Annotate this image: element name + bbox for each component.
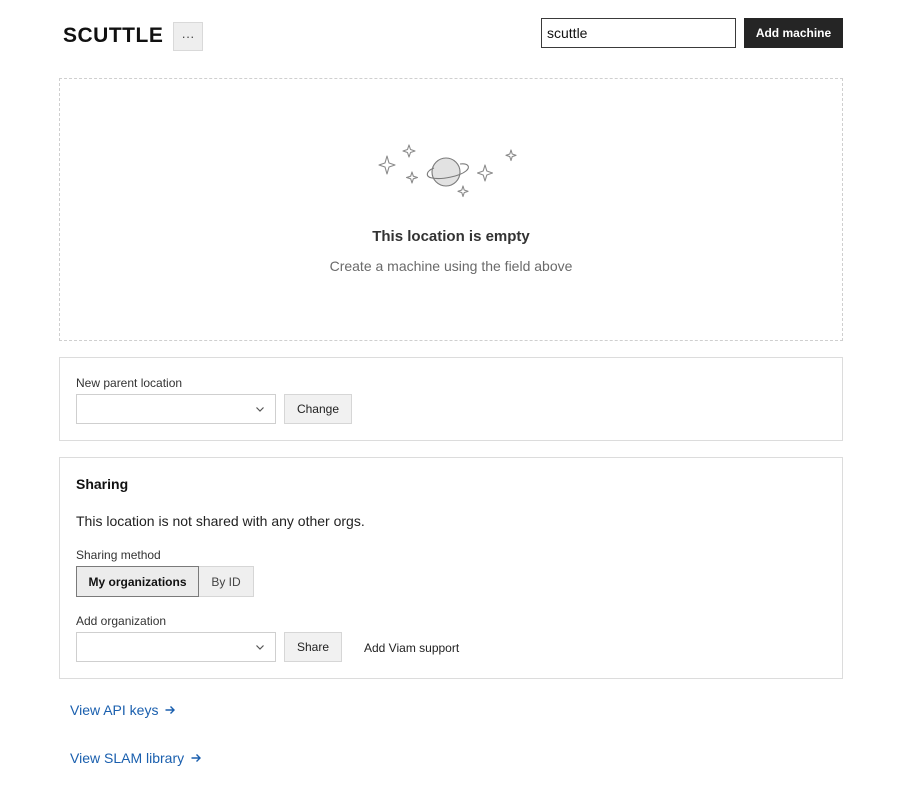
sharing-card: Sharing This location is not shared with… — [59, 457, 843, 679]
arrow-right-icon — [165, 706, 176, 714]
share-button[interactable]: Share — [284, 632, 342, 662]
more-options-button[interactable]: ··· — [173, 22, 203, 51]
add-machine-button[interactable]: Add machine — [744, 18, 843, 48]
change-parent-button[interactable]: Change — [284, 394, 352, 424]
view-api-keys-label: View API keys — [70, 702, 159, 718]
parent-location-label: New parent location — [76, 376, 183, 390]
add-viam-support-button[interactable]: Add Viam support — [364, 641, 459, 655]
sharing-method-by-id[interactable]: By ID — [199, 566, 254, 597]
view-api-keys-link[interactable]: View API keys — [70, 702, 176, 718]
machine-name-input[interactable] — [541, 18, 736, 48]
sharing-method-my-organizations[interactable]: My organizations — [76, 566, 199, 597]
view-slam-library-label: View SLAM library — [70, 750, 185, 766]
chevron-down-icon — [256, 645, 264, 650]
arrow-right-icon — [191, 754, 202, 762]
ellipsis-icon: ··· — [181, 29, 195, 44]
view-slam-library-link[interactable]: View SLAM library — [70, 750, 202, 766]
sharing-status-text: This location is not shared with any oth… — [76, 513, 365, 529]
parent-location-card: New parent location Change — [59, 357, 843, 441]
sharing-title: Sharing — [76, 476, 129, 492]
empty-state-title: This location is empty — [372, 228, 530, 245]
empty-state-panel — [59, 78, 843, 341]
sharing-method-toggle: My organizations By ID — [76, 566, 254, 597]
add-organization-label: Add organization — [76, 614, 167, 628]
chevron-down-icon — [256, 407, 264, 412]
add-organization-select[interactable] — [76, 632, 276, 662]
empty-state-subtitle: Create a machine using the field above — [329, 258, 573, 274]
sharing-method-label: Sharing method — [76, 548, 161, 562]
page-title: SCUTTLE — [63, 24, 164, 47]
parent-location-select[interactable] — [76, 394, 276, 424]
planet-with-sparkles-icon — [378, 144, 517, 198]
